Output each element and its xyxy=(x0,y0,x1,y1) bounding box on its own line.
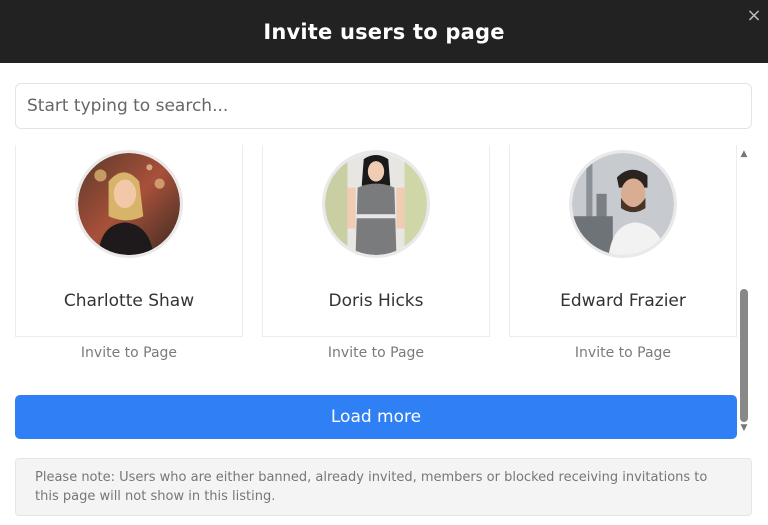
scroll-thumb[interactable] xyxy=(740,289,748,422)
invite-to-page-link[interactable]: Invite to Page xyxy=(262,345,490,361)
user-name: Doris Hicks xyxy=(328,291,424,311)
user-name: Charlotte Shaw xyxy=(63,291,195,311)
user-list: Charlotte Shaw Invite to Page Doris Hick… xyxy=(0,145,768,375)
edward-avatar[interactable] xyxy=(569,150,677,258)
doris-avatar[interactable] xyxy=(322,150,430,258)
scroll-up-icon[interactable]: ▲ xyxy=(739,149,749,159)
invite-to-page-link[interactable]: Invite to Page xyxy=(509,345,737,361)
user-card-edward-frazier: Edward Frazier xyxy=(509,145,737,337)
modal-title: Invite users to page xyxy=(263,19,505,44)
user-card-doris-hicks: Doris Hicks xyxy=(262,145,490,337)
invite-to-page-link[interactable]: Invite to Page xyxy=(15,345,243,361)
search-input[interactable] xyxy=(15,83,752,129)
scroll-down-icon[interactable]: ▼ xyxy=(739,423,749,433)
list-scrollbar[interactable]: ▲ ▼ xyxy=(737,149,751,437)
close-icon[interactable]: × xyxy=(744,5,764,27)
charlotte-avatar[interactable] xyxy=(75,150,183,258)
user-card-charlotte-shaw: Charlotte Shaw xyxy=(15,145,243,337)
load-more-button[interactable]: Load more xyxy=(15,395,737,439)
user-name: Edward Frazier xyxy=(560,291,686,311)
modal-header: Invite users to page × xyxy=(0,0,768,63)
listing-note: Please note: Users who are either banned… xyxy=(15,458,752,516)
